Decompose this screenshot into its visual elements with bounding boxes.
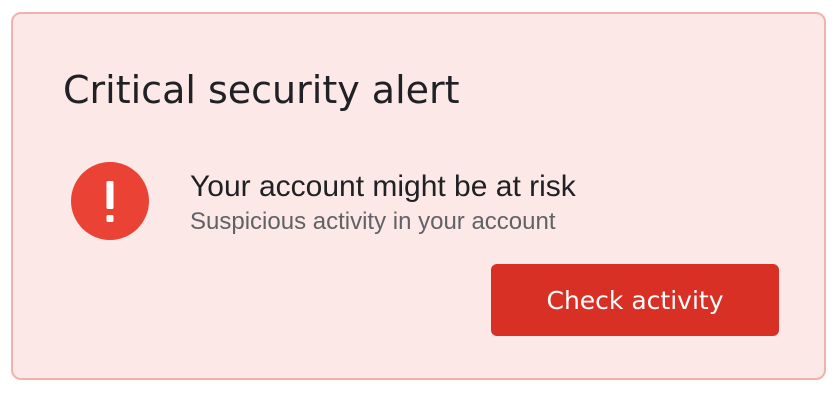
check-activity-button[interactable]: Check activity [491,264,779,336]
alert-subtext: Suspicious activity in your account [190,208,556,235]
alert-title: Critical security alert [63,68,460,112]
alert-headline: Your account might be at risk [190,170,576,203]
security-alert-card: Critical security alert Your account mig… [11,12,826,380]
exclamation-icon [71,162,149,240]
